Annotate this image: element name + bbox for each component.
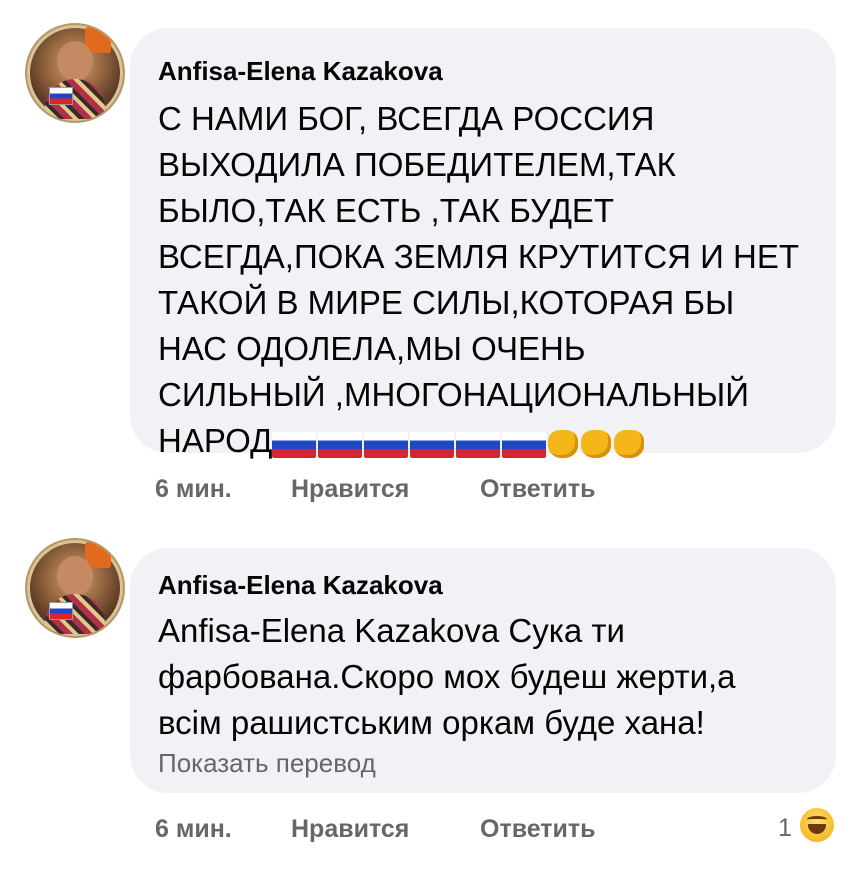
- russia-flag-icon: [272, 432, 317, 458]
- russia-flag-icon: [318, 432, 363, 458]
- avatar[interactable]: [27, 540, 123, 636]
- fist-icon: [614, 430, 645, 458]
- russia-flag-icon: [410, 432, 455, 458]
- fist-icon: [581, 430, 612, 458]
- comment-time[interactable]: 6 мин.: [155, 475, 232, 504]
- laugh-mouth: [808, 824, 826, 834]
- like-button[interactable]: Нравится: [291, 815, 409, 844]
- avatar-face: [57, 41, 93, 81]
- russia-flag-icon: [502, 432, 547, 458]
- comment-bubble: Anfisa-Elena Kazakova С НАМИ БОГ, ВСЕГДА…: [130, 28, 836, 459]
- avatar[interactable]: [27, 25, 123, 121]
- show-translation-link[interactable]: Показать перевод: [158, 748, 376, 779]
- laugh-eyes: [807, 816, 827, 823]
- comment-bubble: Anfisa-Elena Kazakova Anfisa-Elena Kazak…: [130, 548, 836, 793]
- comment-time[interactable]: 6 мин.: [155, 815, 232, 844]
- like-button[interactable]: Нравится: [291, 475, 409, 504]
- comment-text: Anfisa-Elena Kazakova Сука ти фарбована.…: [158, 612, 736, 741]
- comment-author[interactable]: Anfisa-Elena Kazakova: [158, 570, 443, 601]
- reply-button[interactable]: Ответить: [480, 815, 596, 844]
- reply-button[interactable]: Ответить: [480, 475, 596, 504]
- laugh-emoji-icon[interactable]: [800, 808, 834, 842]
- comment-text-body: С НАМИ БОГ, ВСЕГДА РОССИЯ ВЫХОДИЛА ПОБЕД…: [158, 100, 800, 459]
- reaction-count[interactable]: 1: [778, 814, 792, 843]
- emoji-group: [272, 424, 647, 470]
- russia-flag-icon: [49, 602, 73, 620]
- comment-author[interactable]: Anfisa-Elena Kazakova: [158, 56, 443, 87]
- avatar-face: [57, 556, 93, 596]
- fist-icon: [548, 430, 579, 458]
- comment-text: С НАМИ БОГ, ВСЕГДА РОССИЯ ВЫХОДИЛА ПОБЕД…: [158, 96, 828, 470]
- russia-flag-icon: [456, 432, 501, 458]
- russia-flag-icon: [49, 87, 73, 105]
- russia-flag-icon: [364, 432, 409, 458]
